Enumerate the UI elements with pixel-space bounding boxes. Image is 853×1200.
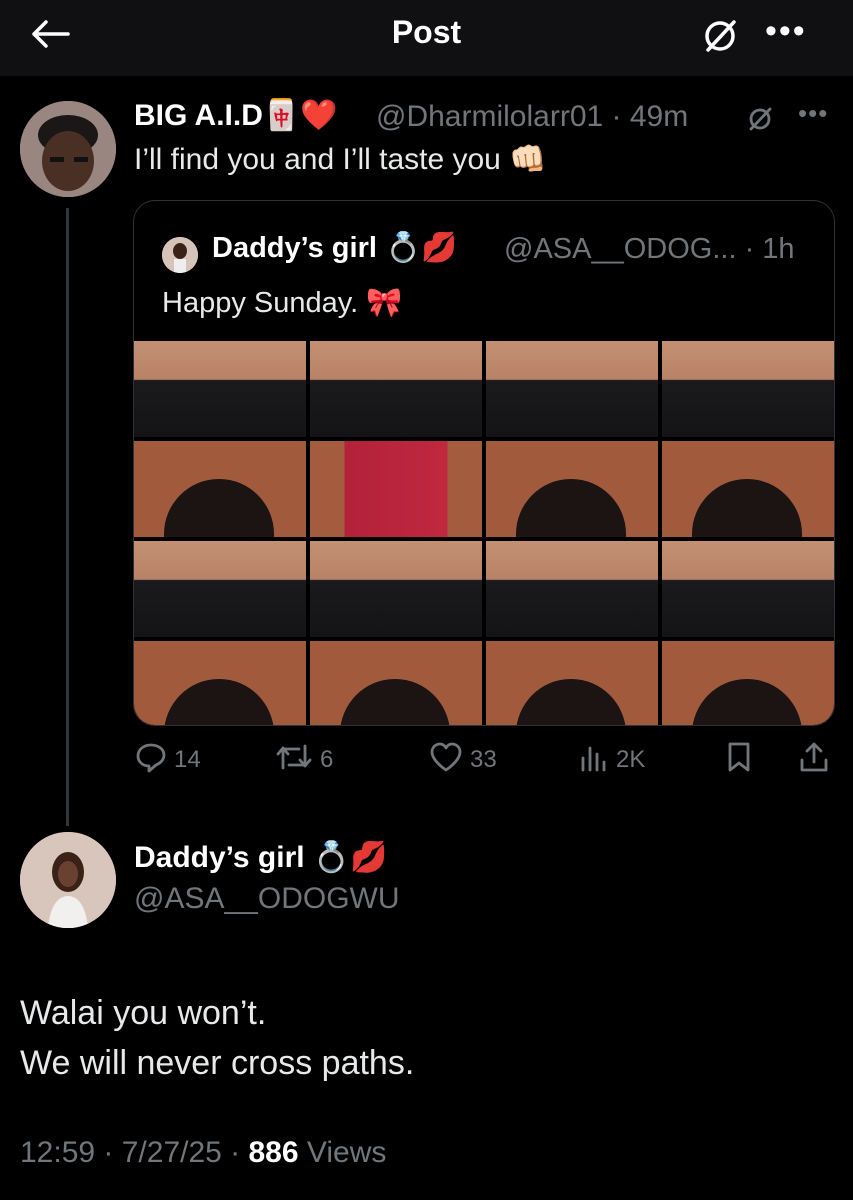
reply-count: 14 (174, 746, 201, 773)
author-handle[interactable]: @ASA__ODOGWU (134, 882, 400, 916)
views-icon (578, 740, 616, 781)
quoted-post-text: Happy Sunday. 🎀 (162, 287, 403, 319)
photo-tile (486, 541, 658, 637)
avatar (162, 237, 198, 273)
author-name[interactable]: Daddy’s girl 💍💋 (134, 840, 388, 875)
views-button[interactable]: 2K (578, 742, 645, 778)
share-button[interactable] (798, 742, 836, 778)
repost-button[interactable]: 6 (274, 742, 333, 778)
photo-tile (310, 541, 482, 637)
photo-tile (134, 441, 306, 537)
bookmark-button[interactable] (724, 742, 760, 778)
like-icon (428, 740, 470, 781)
photo-tile (310, 341, 482, 437)
top-bar: Post ••• (0, 0, 853, 76)
like-button[interactable]: 33 (428, 742, 497, 778)
quoted-author-handle-time: @ASA__ODOG... · 1h (504, 233, 795, 265)
post-text-line: We will never cross paths. (20, 1044, 415, 1082)
photo-tile (486, 441, 658, 537)
grok-icon[interactable] (700, 16, 740, 56)
reply-icon (134, 740, 174, 781)
post-text: Walai you won’t. We will never cross pat… (20, 988, 414, 1088)
photo-tile (134, 641, 306, 725)
action-bar: 14 6 33 2K (134, 742, 834, 782)
quoted-post[interactable]: Daddy’s girl 💍💋 @ASA__ODOG... · 1h Happy… (133, 200, 835, 726)
share-icon (798, 740, 836, 781)
photo-tile (486, 341, 658, 437)
more-icon[interactable]: ••• (765, 14, 813, 52)
photo-tile (134, 541, 306, 637)
photo-tile (310, 441, 482, 537)
post-text-line: Walai you won’t. (20, 994, 267, 1032)
repost-icon (274, 740, 320, 781)
photo-tile (486, 641, 658, 725)
photo-tile (662, 441, 834, 537)
timestamp: 12:59 · 7/27/25 · (20, 1136, 249, 1169)
more-icon[interactable]: ••• (798, 98, 828, 129)
avatar[interactable] (20, 101, 116, 197)
photo-tile (662, 541, 834, 637)
views-count: 2K (616, 746, 646, 773)
post-meta: 12:59 · 7/27/25 · 886 Views (20, 1136, 386, 1170)
photo-tile (310, 641, 482, 725)
reply-button[interactable]: 14 (134, 742, 201, 778)
grok-icon[interactable] (745, 104, 775, 134)
photo-tile (662, 341, 834, 437)
post-text: I’ll find you and I’ll taste you 👊🏻 (134, 143, 547, 176)
views-count[interactable]: 886 (249, 1136, 299, 1169)
photo-tile (662, 641, 834, 725)
like-count: 33 (470, 746, 497, 773)
photo-collage[interactable] (134, 341, 834, 725)
author-handle-time[interactable]: @Dharmilolarr01 · 49m (376, 100, 688, 134)
avatar[interactable] (20, 832, 116, 928)
bookmark-icon (724, 740, 760, 781)
quoted-author-name: Daddy’s girl 💍💋 (212, 232, 458, 264)
repost-count: 6 (320, 746, 334, 773)
author-name[interactable]: BIG A.I.D🀄❤️ (134, 98, 338, 133)
views-label: Views (298, 1136, 387, 1169)
thread-line (66, 208, 69, 826)
photo-tile (134, 341, 306, 437)
